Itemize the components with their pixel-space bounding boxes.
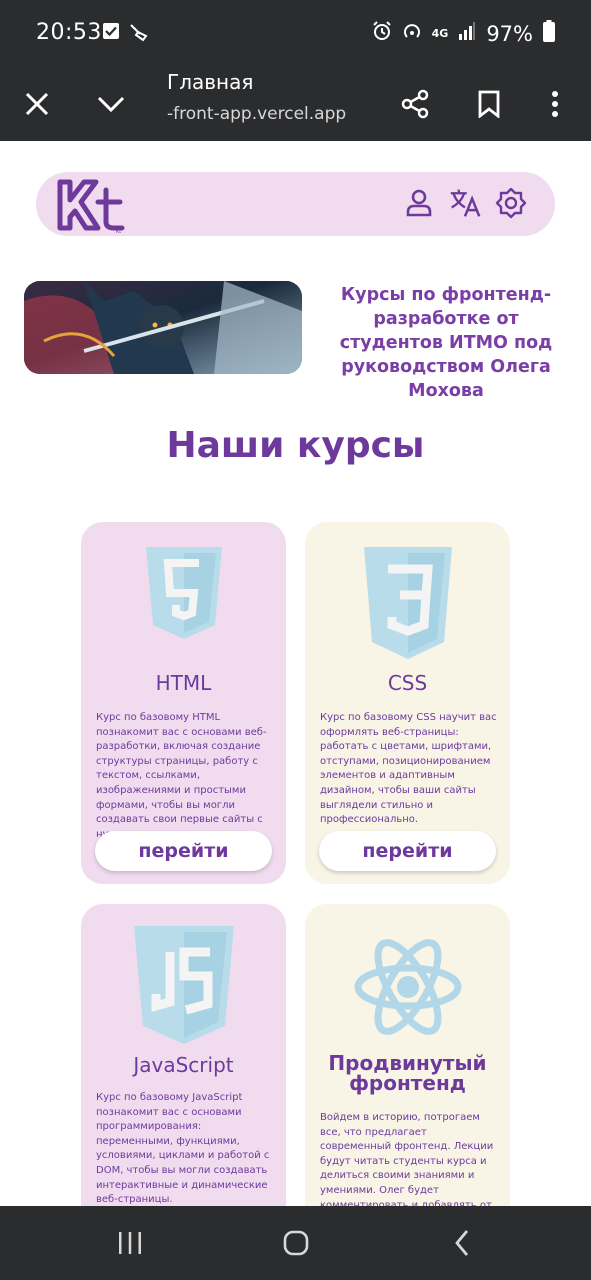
system-nav-bar — [0, 1206, 591, 1280]
course-title: HTML — [155, 671, 212, 695]
go-button-css[interactable]: перейти — [319, 831, 496, 871]
back-icon[interactable] — [442, 1226, 482, 1260]
hero-text: Курсы по фронтенд-разработке от студенто… — [339, 285, 553, 401]
bookmark-icon[interactable] — [467, 82, 511, 126]
status-bar: 20:53 4G 97% — [0, 0, 591, 68]
react-atom-icon — [305, 932, 510, 1042]
course-title: CSS — [387, 671, 428, 695]
close-icon[interactable] — [15, 82, 59, 126]
course-title: JavaScript — [133, 1053, 234, 1077]
chevron-down-icon[interactable] — [89, 82, 133, 126]
hotspot-icon — [402, 21, 422, 46]
course-description: Курс по базовому HTML познакомит вас с о… — [96, 712, 267, 840]
user-icon[interactable] — [403, 186, 435, 220]
course-title: Продвинутый фронтенд — [328, 1051, 487, 1095]
course-description: Курс по базовому CSS научит вас оформлят… — [320, 712, 497, 826]
js-icon — [81, 926, 286, 1044]
home-icon[interactable] — [276, 1226, 316, 1260]
go-button-html[interactable]: перейти — [95, 831, 272, 871]
logo[interactable]: Kt — [56, 176, 126, 239]
course-description: Курс по базовому JavaScript познакомит в… — [96, 1092, 270, 1206]
hero-image — [24, 281, 302, 374]
html5-icon — [81, 547, 286, 639]
css3-icon — [305, 547, 510, 659]
alarm-icon — [372, 21, 392, 46]
course-card-javascript: JavaScript Курс по базовому JavaScript п… — [81, 904, 286, 1206]
svg-text:Kt: Kt — [116, 229, 121, 234]
course-card-advanced-frontend: Продвинутый фронтенд Войдем в историю, п… — [305, 904, 510, 1206]
courses-title: Наши курсы — [166, 425, 425, 466]
page-url[interactable]: -front-app.vercel.app — [167, 104, 346, 124]
battery-icon — [543, 20, 555, 47]
site-header: Kt — [36, 172, 555, 236]
web-page: Kt Курсы по фронтенд-разработке от студе… — [0, 141, 591, 1206]
translate-icon[interactable] — [449, 186, 481, 220]
network-type: 4G — [431, 27, 449, 40]
theme-sun-icon[interactable] — [495, 186, 527, 220]
course-card-html: HTML Курс по базовому HTML познакомит ва… — [81, 522, 286, 884]
signal-icon — [458, 21, 476, 46]
browser-toolbar: Главная -front-app.vercel.app — [0, 68, 591, 141]
check-box-icon — [102, 22, 120, 47]
status-time: 20:53 — [36, 20, 102, 45]
course-card-css: CSS Курс по базовому CSS научит вас офор… — [305, 522, 510, 884]
share-icon[interactable] — [393, 82, 437, 126]
vacuum-icon — [128, 22, 150, 47]
page-title[interactable]: Главная — [167, 70, 253, 94]
more-vertical-icon[interactable] — [533, 82, 577, 126]
recent-apps-icon[interactable] — [110, 1226, 150, 1260]
course-description: Войдем в историю, потрогаем все, что пре… — [320, 1112, 494, 1206]
battery-text: 97% — [486, 21, 533, 46]
